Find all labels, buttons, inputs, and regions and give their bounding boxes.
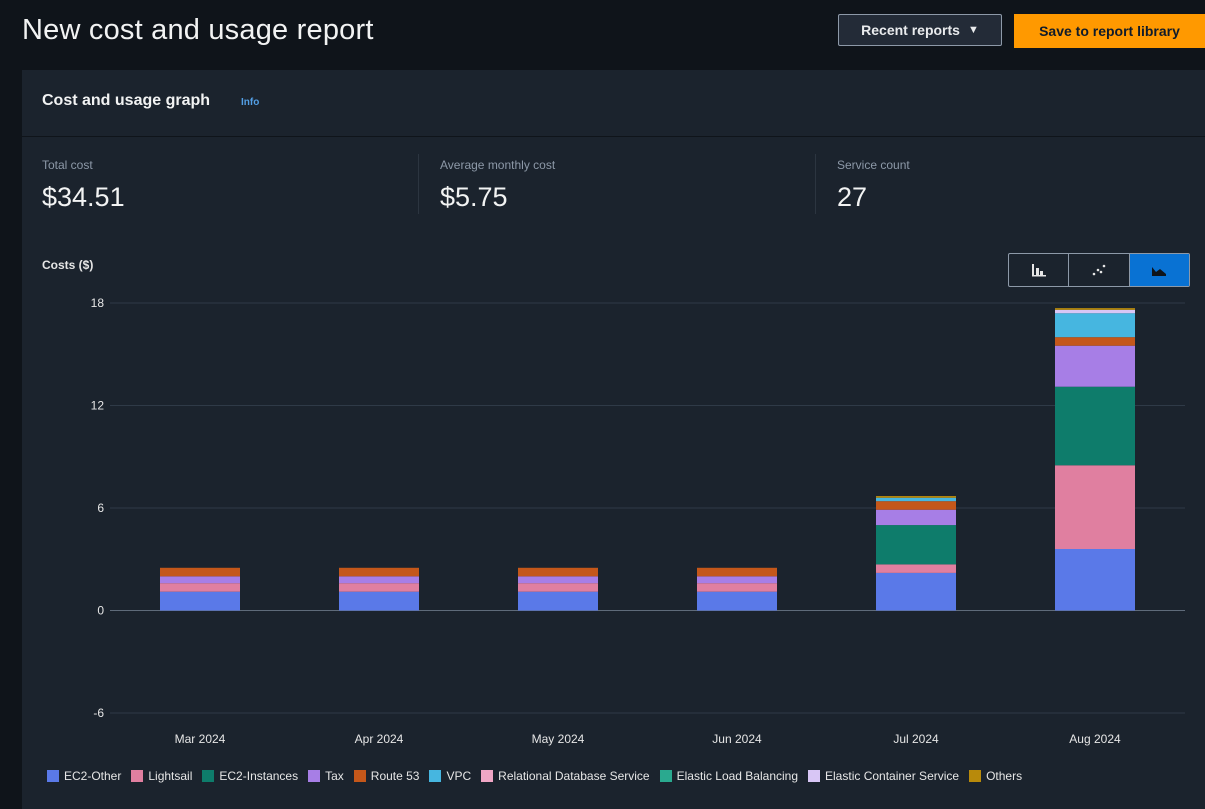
y-tick-label: 12 bbox=[91, 399, 105, 413]
y-tick-label: -6 bbox=[93, 706, 104, 720]
bar-segment[interactable] bbox=[876, 509, 956, 526]
bar-segment[interactable] bbox=[518, 567, 598, 577]
bar-segment[interactable] bbox=[339, 576, 419, 584]
bar-segment[interactable] bbox=[1055, 549, 1135, 611]
x-tick-label: Apr 2024 bbox=[355, 732, 404, 746]
bar-segment[interactable] bbox=[160, 583, 240, 592]
x-tick-label: Jul 2024 bbox=[893, 732, 939, 746]
bar-segment[interactable] bbox=[876, 564, 956, 573]
bar-segment[interactable] bbox=[518, 583, 598, 592]
bar-segment[interactable] bbox=[1055, 345, 1135, 387]
cost-chart: 18 12 6 0 -6 Mar 2024 Apr 2024 May 2024 Jun 2024… bbox=[91, 296, 1185, 746]
bar-segment[interactable] bbox=[697, 591, 777, 611]
bar-segment[interactable] bbox=[876, 525, 956, 565]
x-tick-label: Jun 2024 bbox=[712, 732, 762, 746]
x-tick-label: Aug 2024 bbox=[1069, 732, 1121, 746]
x-tick-label: May 2024 bbox=[532, 732, 585, 746]
bar-segment[interactable] bbox=[1055, 308, 1135, 310]
bar-segment[interactable] bbox=[160, 576, 240, 584]
bar-segment[interactable] bbox=[876, 496, 956, 498]
bar-segment[interactable] bbox=[518, 591, 598, 611]
y-tick-label: 0 bbox=[97, 604, 104, 618]
bar-segment[interactable] bbox=[1055, 465, 1135, 549]
bar-segment[interactable] bbox=[1055, 337, 1135, 346]
y-tick-label: 6 bbox=[97, 501, 104, 515]
bar-segment[interactable] bbox=[160, 591, 240, 611]
bar-segment[interactable] bbox=[339, 591, 419, 611]
bar-segment[interactable] bbox=[697, 576, 777, 584]
bar-segment[interactable] bbox=[697, 583, 777, 592]
bar-segment[interactable] bbox=[1055, 386, 1135, 466]
y-tick-label: 18 bbox=[91, 296, 105, 310]
bar-segment[interactable] bbox=[339, 567, 419, 577]
bar-segment[interactable] bbox=[876, 572, 956, 611]
bar-segment[interactable] bbox=[697, 567, 777, 577]
bar-segment[interactable] bbox=[876, 501, 956, 510]
x-tick-label: Mar 2024 bbox=[175, 732, 226, 746]
bar-segment[interactable] bbox=[876, 497, 956, 502]
bar-segment[interactable] bbox=[339, 583, 419, 592]
bar-segment[interactable] bbox=[1055, 309, 1135, 314]
bar-segment[interactable] bbox=[518, 576, 598, 584]
bar-segment[interactable] bbox=[1055, 313, 1135, 338]
bar-segment[interactable] bbox=[160, 567, 240, 577]
